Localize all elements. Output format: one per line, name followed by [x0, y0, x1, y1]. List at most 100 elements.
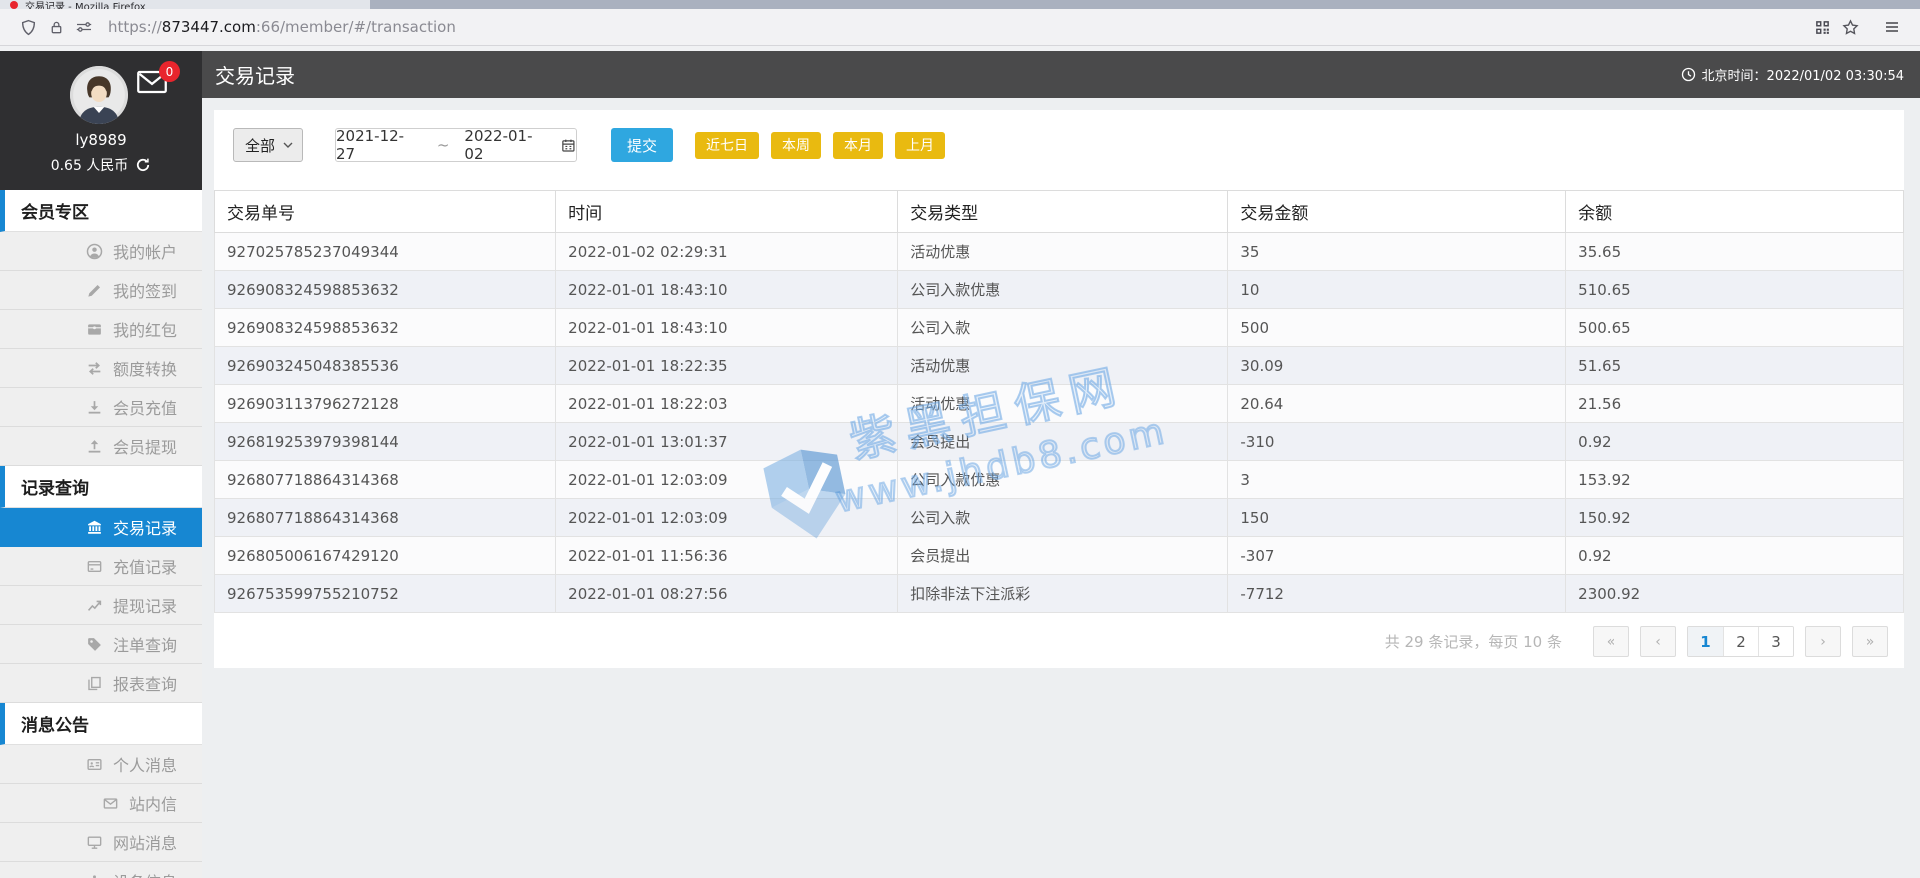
sidebar-item-label: 我的红包 — [112, 321, 177, 340]
date-end: 2022-01-02 — [464, 127, 533, 163]
sidebar-item-pencil[interactable]: 我的签到 — [0, 271, 202, 310]
transaction-table: 交易单号 时间 交易类型 交易金额 余额 927025785237049344 2022-… — [213, 190, 1904, 613]
type-select[interactable]: 全部 — [233, 128, 303, 162]
page-header: 交易记录 北京时间：2022/01/02 03:30:54 — [202, 51, 1920, 98]
table-cell: 926805006167429120 — [213, 536, 557, 575]
first-page-button[interactable]: « — [1593, 626, 1629, 657]
url-domain: 873447.com — [161, 18, 256, 36]
pagination-summary: 共 29 条记录，每页 10 条 — [1384, 633, 1562, 651]
table-cell: -307 — [1227, 536, 1567, 575]
table-cell: 926903245048385536 — [213, 346, 557, 385]
next-page-button[interactable]: › — [1805, 626, 1841, 657]
sidebar-item-label: 我的签到 — [112, 282, 177, 301]
table-row: 926819253979398144 2022-01-01 13:01:37 会员提… — [213, 422, 1904, 461]
sidebar-item-id-card[interactable]: 个人消息 — [0, 745, 202, 784]
table-cell: 2022-01-01 18:43:10 — [555, 308, 899, 347]
sidebar-item-report[interactable]: 报表查询 — [0, 664, 202, 703]
sidebar-item-chart[interactable]: 提现记录 — [0, 586, 202, 625]
table-cell: 2022-01-01 12:03:09 — [555, 460, 899, 499]
calendar-icon[interactable] — [561, 138, 576, 153]
browser-tabstrip: 交易记录 - Mozilla Firefox — [0, 0, 1920, 9]
prev-page-button[interactable]: ‹ — [1640, 626, 1676, 657]
chart-icon — [86, 597, 103, 614]
table-row: 926903245048385536 2022-01-01 18:22:35 活动优… — [213, 346, 1904, 385]
table-cell: 公司入款优惠 — [897, 460, 1229, 499]
table-row: 926903113796272128 2022-01-01 18:22:03 活动优… — [213, 384, 1904, 423]
last-page-button[interactable]: » — [1852, 626, 1888, 657]
user-icon — [86, 243, 103, 260]
table-cell: 2022-01-01 18:43:10 — [555, 270, 899, 309]
sidebar-item-red-packet[interactable]: 我的红包 — [0, 310, 202, 349]
mail-icon — [102, 795, 119, 812]
page-number-button[interactable]: 3 — [1758, 627, 1793, 656]
table-cell: 2022-01-01 18:22:03 — [555, 384, 899, 423]
sidebar-item-label: 个人消息 — [112, 756, 177, 775]
sidebar-item-card[interactable]: 充值记录 — [0, 547, 202, 586]
quick-range-button[interactable]: 上月 — [895, 131, 945, 159]
quick-range-button[interactable]: 本月 — [833, 131, 883, 159]
table-cell: 2300.92 — [1565, 574, 1904, 613]
column-header: 交易单号 — [213, 190, 557, 233]
table-row: 927025785237049344 2022-01-02 02:29:31 活动优… — [213, 232, 1904, 271]
sidebar-item-monitor[interactable]: 网站消息 — [0, 823, 202, 862]
menu-hamburger-icon[interactable] — [1878, 13, 1906, 41]
table-cell: 927025785237049344 — [213, 232, 557, 271]
table-cell: 510.65 — [1565, 270, 1904, 309]
app-frame: 0 ly8989 0.65 人民币 会员专区 我的帐户 我的签到 我的红包 额度转换 会员… — [0, 51, 1920, 878]
table-body: 927025785237049344 2022-01-02 02:29:31 活动优… — [213, 232, 1904, 613]
deposit-icon — [86, 399, 103, 416]
sidebar-item-mail[interactable]: 站内信 — [0, 784, 202, 823]
lock-icon[interactable] — [42, 13, 70, 41]
filter-bar: 全部 2021-12-27 ~ 2022-01-02 提交 近七日 本周 本月 上月 — [214, 110, 1904, 163]
page-number-button[interactable]: 1 — [1688, 627, 1723, 656]
quick-range-button[interactable]: 本周 — [771, 131, 821, 159]
sidebar-item-transfer[interactable]: 额度转换 — [0, 349, 202, 388]
date-start: 2021-12-27 — [336, 127, 405, 163]
table-cell: 150.92 — [1565, 498, 1904, 537]
permissions-icon[interactable] — [70, 13, 98, 41]
quick-range-button[interactable]: 近七日 — [695, 131, 759, 159]
unread-badge: 0 — [159, 61, 180, 82]
submit-button[interactable]: 提交 — [611, 128, 673, 162]
main-area: 交易记录 北京时间：2022/01/02 03:30:54 全部 2021-12… — [202, 51, 1920, 878]
beijing-time: 北京时间：2022/01/02 03:30:54 — [1681, 65, 1904, 84]
url-input[interactable]: https://873447.com:66/member/#/transacti… — [108, 18, 456, 36]
bank-icon — [86, 519, 103, 536]
table-row: 926805006167429120 2022-01-01 11:56:36 会员提… — [213, 536, 1904, 575]
table-cell: 会员提出 — [897, 536, 1229, 575]
content-area: 全部 2021-12-27 ~ 2022-01-02 提交 近七日 本周 本月 上月 … — [202, 98, 1920, 878]
sidebar-item-tags[interactable]: 注单查询 — [0, 625, 202, 664]
sidebar-item-user[interactable]: 我的帐户 — [0, 232, 202, 271]
table-cell: 10 — [1227, 270, 1567, 309]
table-cell: 926807718864314368 — [213, 498, 557, 537]
sidebar-item-withdraw[interactable]: 会员提现 — [0, 427, 202, 466]
transaction-panel: 全部 2021-12-27 ~ 2022-01-02 提交 近七日 本周 本月 上月 … — [213, 110, 1904, 668]
date-separator: ~ — [436, 136, 450, 154]
browser-tab[interactable]: 交易记录 - Mozilla Firefox — [0, 0, 370, 9]
sidebar-item-bank[interactable]: 交易记录 — [0, 508, 202, 547]
column-header: 余额 — [1565, 190, 1904, 233]
table-cell: 30.09 — [1227, 346, 1567, 385]
table-cell: 扣除非法下注派彩 — [897, 574, 1229, 613]
sidebar-item-deposit[interactable]: 会员充值 — [0, 388, 202, 427]
table-cell: -7712 — [1227, 574, 1567, 613]
table-cell: 926753599755210752 — [213, 574, 557, 613]
card-icon — [86, 558, 103, 575]
bookmark-star-icon[interactable] — [1836, 13, 1864, 41]
date-range-input[interactable]: 2021-12-27 ~ 2022-01-02 — [335, 127, 577, 163]
page-number-button[interactable]: 2 — [1723, 627, 1758, 656]
refresh-balance-icon[interactable] — [135, 157, 151, 173]
table-cell: 0.92 — [1565, 422, 1904, 461]
monitor-icon — [86, 834, 103, 851]
table-cell: 926807718864314368 — [213, 460, 557, 499]
table-cell: 活动优惠 — [897, 232, 1229, 271]
sidebar-item-info[interactable]: 设备信息 — [0, 862, 202, 878]
tracking-shield-icon[interactable] — [14, 13, 42, 41]
pagination-bar: 共 29 条记录，每页 10 条 « ‹ 123 › » — [214, 613, 1904, 657]
qr-code-icon[interactable] — [1808, 13, 1836, 41]
table-cell: 2022-01-02 02:29:31 — [555, 232, 899, 271]
sidebar-item-label: 站内信 — [128, 795, 177, 814]
sidebar-item-label: 会员提现 — [112, 438, 177, 457]
table-cell: 500.65 — [1565, 308, 1904, 347]
url-scheme: https:// — [108, 18, 162, 36]
